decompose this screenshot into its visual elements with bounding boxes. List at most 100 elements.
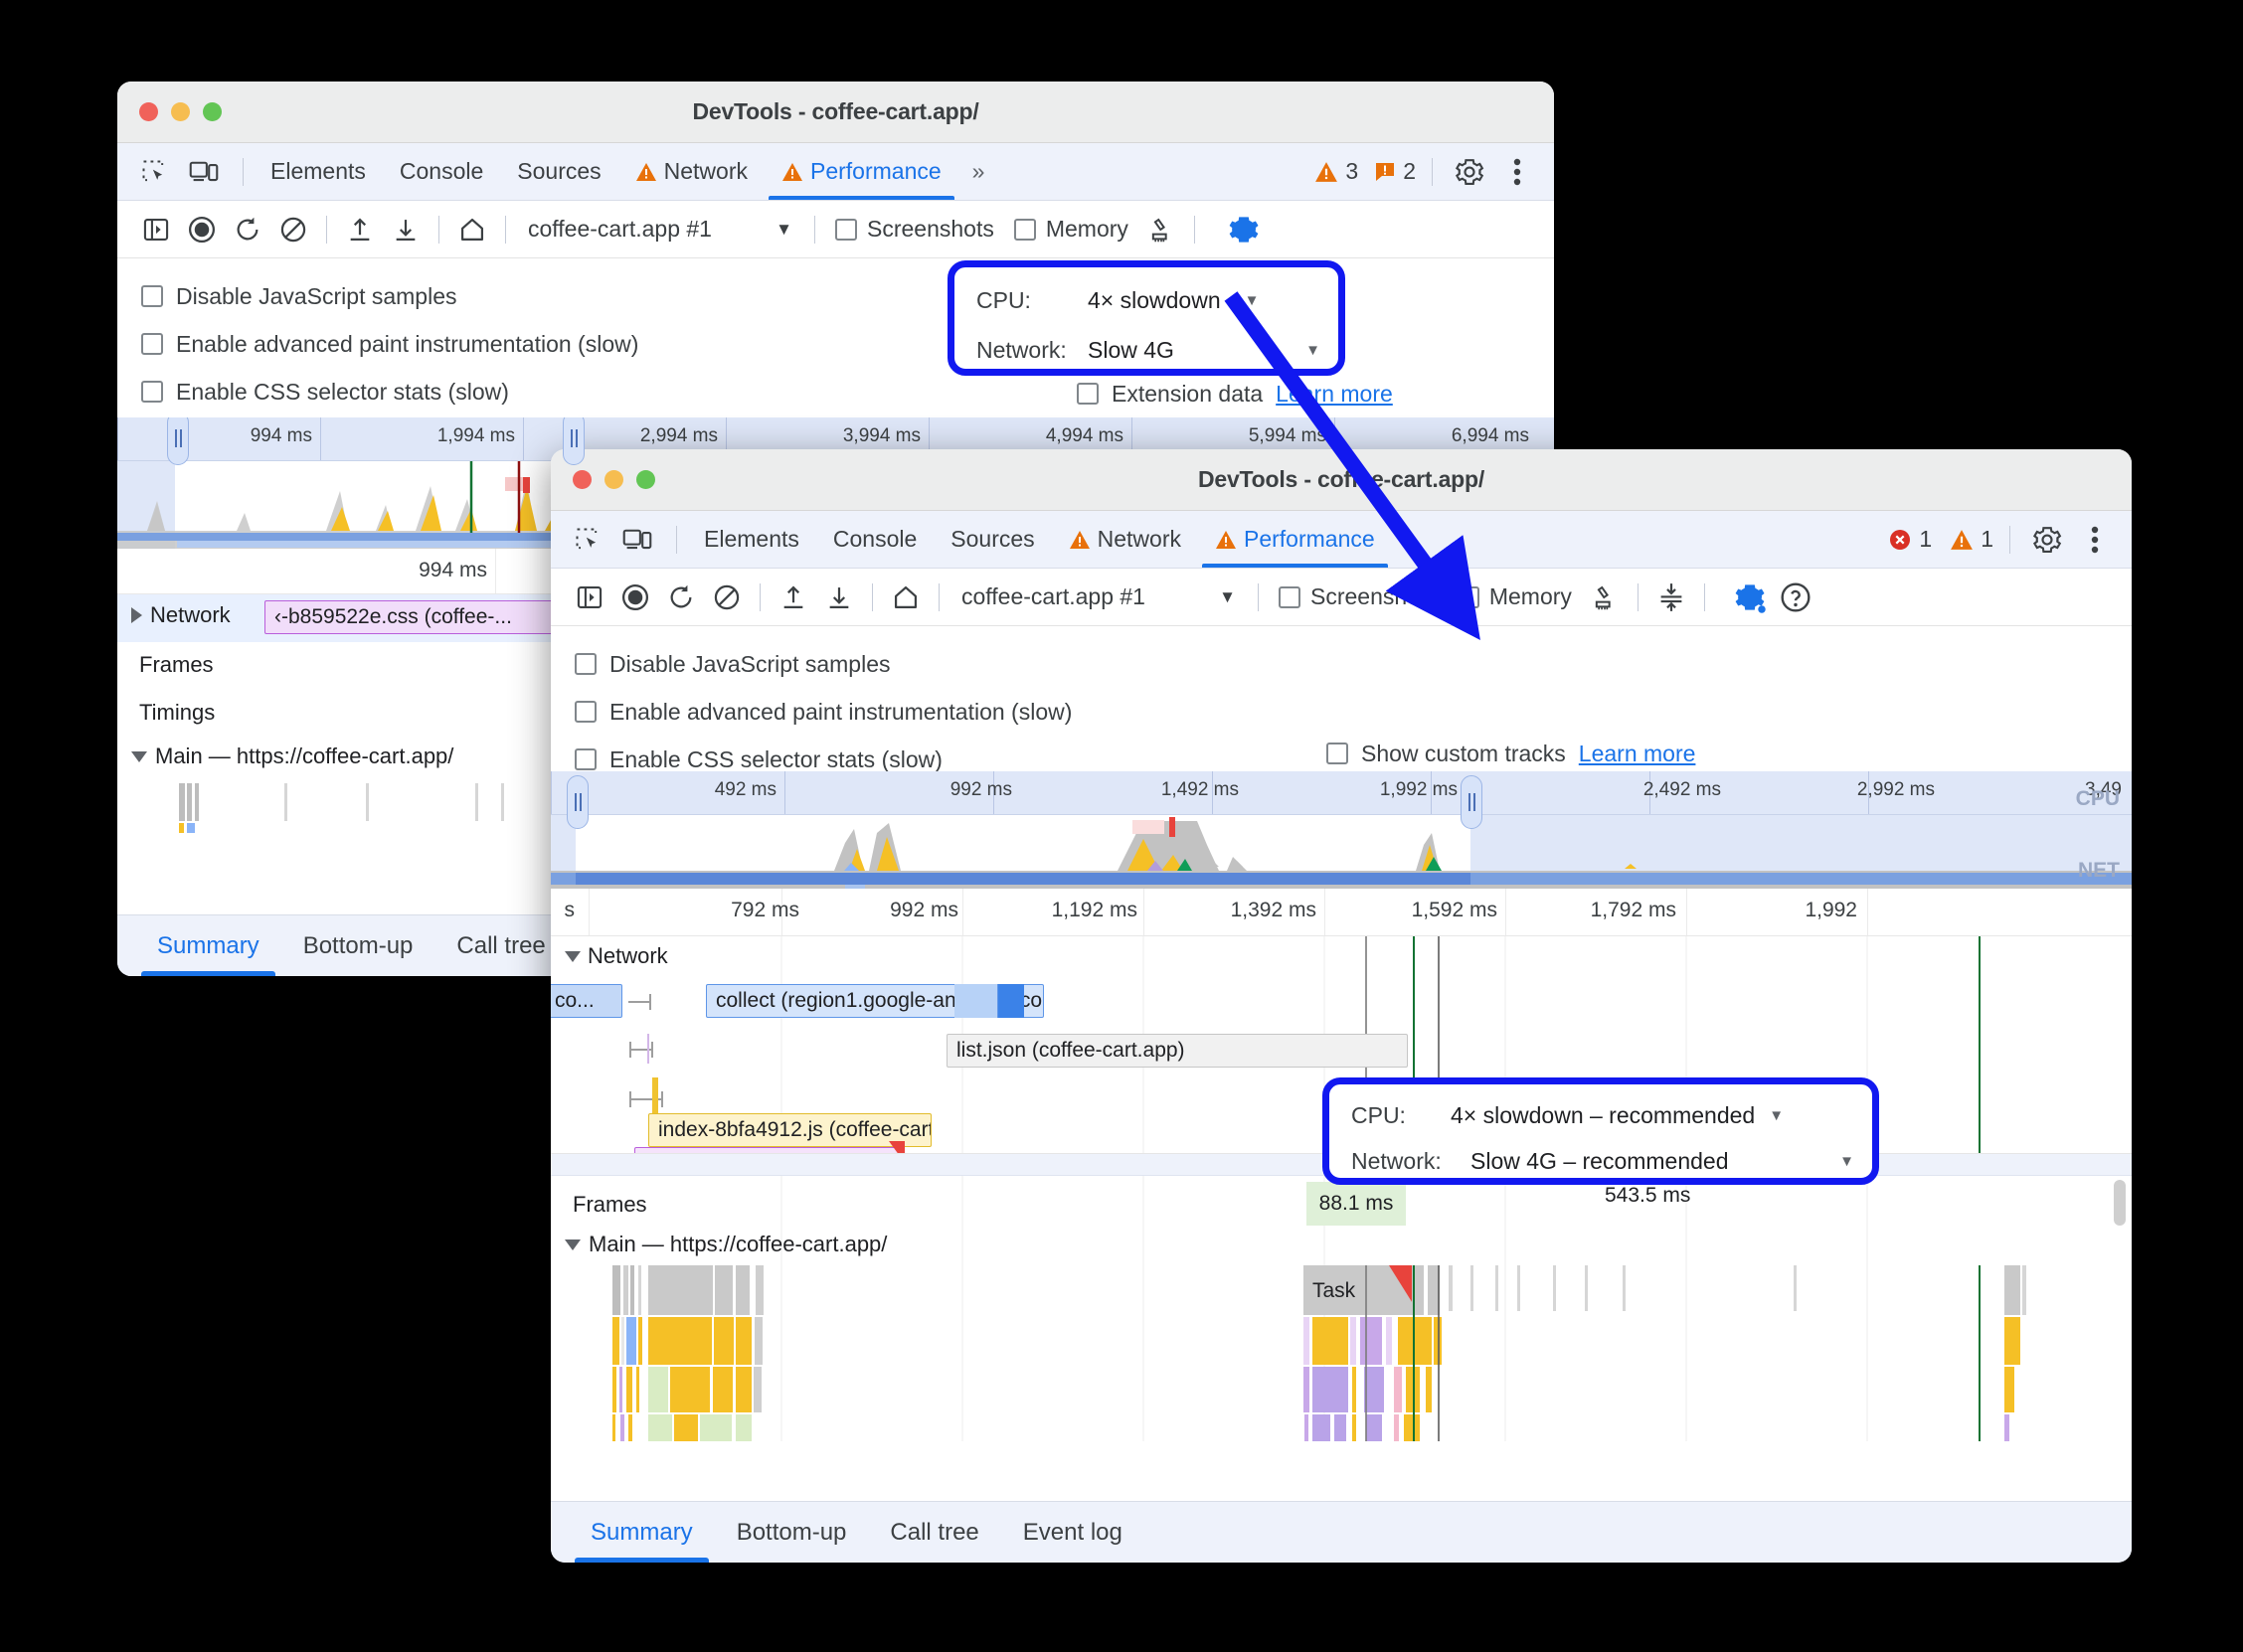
tab-console[interactable]: Console: [816, 511, 934, 568]
chevron-down-icon[interactable]: ▼: [1305, 342, 1320, 359]
window1-throttling-callout[interactable]: CPU: 4× slowdown ▼ Network: Slow 4G ▼: [948, 260, 1345, 376]
bottom-tab-event-log[interactable]: Event log: [1005, 1502, 1140, 1563]
bottom-tab-summary[interactable]: Summary: [139, 915, 277, 976]
collect-garbage-icon[interactable]: [1582, 575, 1628, 620]
record-button[interactable]: [612, 575, 658, 620]
window2-tabbar-right[interactable]: 1 1: [1888, 519, 2132, 561]
memory-checkbox[interactable]: Memory: [1004, 216, 1138, 243]
devtools-window-2[interactable]: DevTools - coffee-cart.app/ Elements Con…: [551, 449, 2132, 1563]
window-left-handle[interactable]: [567, 775, 589, 829]
main-group-header[interactable]: Main — https://coffee-cart.app/: [131, 743, 453, 769]
window2-tabbar[interactable]: Elements Console Sources Network Perform…: [551, 511, 2132, 569]
tab-sources[interactable]: Sources: [500, 143, 617, 200]
frame-duration-chip[interactable]: 88.1 ms: [1306, 1182, 1406, 1226]
window1-titlebar[interactable]: DevTools - coffee-cart.app/: [117, 82, 1554, 143]
home-icon[interactable]: [883, 575, 929, 620]
window1-tabbar-right[interactable]: 3 2: [1314, 151, 1554, 193]
more-tabs-icon[interactable]: »: [1392, 526, 1431, 553]
vertical-scrollbar-thumb[interactable]: [2114, 1180, 2126, 1226]
bottom-tab-bottom-up[interactable]: Bottom-up: [719, 1502, 865, 1563]
bottom-tab-call-tree[interactable]: Call tree: [438, 915, 563, 976]
cpu-throttling-row[interactable]: CPU: 4× slowdown ▼: [976, 275, 1320, 325]
window-right-handle[interactable]: [563, 417, 585, 465]
capture-settings-gear-icon[interactable]: [1221, 207, 1267, 252]
bottom-tab-bottom-up[interactable]: Bottom-up: [285, 915, 431, 976]
load-profile-icon[interactable]: [771, 575, 816, 620]
record-button[interactable]: [179, 207, 225, 252]
network-throttling-row[interactable]: Network: Slow 4G – recommended ▼: [1351, 1138, 1854, 1184]
timings-track-label[interactable]: Timings: [117, 690, 215, 736]
show-custom-tracks-checkbox[interactable]: Show custom tracks Learn more: [1326, 730, 1695, 777]
network-request-bar[interactable]: co...: [551, 984, 622, 1018]
window2-throttling-callout[interactable]: CPU: 4× slowdown – recommended ▼ Network…: [1322, 1077, 1879, 1185]
window2-control-toolbar[interactable]: coffee-cart.app #1 ▼ Screenshots Memory: [551, 569, 2132, 626]
memory-checkbox[interactable]: Memory: [1448, 583, 1582, 610]
help-icon[interactable]: [1773, 575, 1818, 620]
capture-settings-gear-icon[interactable]: [1727, 575, 1773, 620]
device-toolbar-icon[interactable]: [616, 519, 658, 561]
window1-traffic-lights[interactable]: [117, 102, 222, 121]
gear-icon[interactable]: [2026, 519, 2068, 561]
warning-count-badge[interactable]: 1: [1950, 526, 1993, 553]
bottom-tab-summary[interactable]: Summary: [573, 1502, 711, 1563]
close-window-button[interactable]: [573, 470, 592, 489]
minimize-window-button[interactable]: [171, 102, 190, 121]
chevron-down-icon[interactable]: ▼: [1245, 292, 1260, 309]
learn-more-link[interactable]: Learn more: [1579, 741, 1696, 767]
gear-icon[interactable]: [1449, 151, 1490, 193]
frames-track-label[interactable]: Frames: [117, 642, 214, 688]
tab-sources[interactable]: Sources: [934, 511, 1051, 568]
more-tabs-icon[interactable]: »: [958, 158, 997, 185]
network-request-bar[interactable]: list.json (coffee-cart.app): [947, 1034, 1408, 1068]
window-left-handle[interactable]: [167, 417, 189, 465]
toggle-sidebar-icon[interactable]: [567, 575, 612, 620]
window-right-handle[interactable]: [1461, 775, 1482, 829]
network-throttling-row[interactable]: Network: Slow 4G ▼: [976, 325, 1320, 375]
profile-selector[interactable]: coffee-cart.app #1 ▼: [949, 583, 1248, 610]
window2-flamechart[interactable]: Task DCL FCP LCP: [551, 1265, 2132, 1441]
window1-inspect-tools[interactable]: [117, 151, 254, 193]
tab-network[interactable]: Network: [618, 143, 765, 200]
maximize-window-button[interactable]: [636, 470, 655, 489]
tab-elements[interactable]: Elements: [254, 143, 383, 200]
load-profile-icon[interactable]: [337, 207, 383, 252]
clear-recording-icon[interactable]: [704, 575, 750, 620]
profile-selector[interactable]: coffee-cart.app #1 ▼: [516, 216, 804, 243]
tab-performance[interactable]: Performance: [1198, 511, 1392, 568]
collect-garbage-icon[interactable]: [1138, 207, 1184, 252]
main-group-header[interactable]: Main — https://coffee-cart.app/: [565, 1232, 887, 1257]
save-profile-icon[interactable]: [816, 575, 862, 620]
window2-traffic-lights[interactable]: [551, 470, 655, 489]
tab-elements[interactable]: Elements: [687, 511, 816, 568]
window1-control-toolbar[interactable]: coffee-cart.app #1 ▼ Screenshots Memory: [117, 201, 1554, 258]
bottom-tab-call-tree[interactable]: Call tree: [872, 1502, 996, 1563]
toggle-sidebar-icon[interactable]: [133, 207, 179, 252]
window2-overview-ruler[interactable]: 492 ms 992 ms 1,492 ms 1,992 ms 2,492 ms…: [551, 771, 2132, 815]
inspect-element-icon[interactable]: [567, 519, 608, 561]
window2-inspect-tools[interactable]: [551, 519, 687, 561]
minimize-window-button[interactable]: [604, 470, 623, 489]
cpu-throttling-row[interactable]: CPU: 4× slowdown – recommended ▼: [1351, 1092, 1854, 1138]
warning-count-badge[interactable]: 3: [1314, 158, 1358, 185]
disable-js-samples-checkbox[interactable]: Disable JavaScript samples: [575, 640, 2132, 688]
window1-tabs[interactable]: Elements Console Sources Network Perform…: [254, 143, 996, 200]
screenshots-checkbox[interactable]: Screenshots: [825, 216, 1004, 243]
more-options-icon[interactable]: [2074, 519, 2116, 561]
window2-overview[interactable]: 492 ms 992 ms 1,492 ms 1,992 ms 2,492 ms…: [551, 771, 2132, 889]
learn-more-link[interactable]: Learn more: [1276, 381, 1393, 408]
advanced-paint-checkbox[interactable]: Enable advanced paint instrumentation (s…: [575, 688, 2132, 736]
reload-and-record-icon[interactable]: [225, 207, 270, 252]
tab-performance[interactable]: Performance: [765, 143, 958, 200]
window2-tabs[interactable]: Elements Console Sources Network Perform…: [687, 511, 1430, 568]
error-count-badge[interactable]: 1: [1888, 526, 1932, 553]
tab-network[interactable]: Network: [1052, 511, 1198, 568]
issue-count-badge[interactable]: 2: [1374, 158, 1416, 185]
window1-tabbar[interactable]: Elements Console Sources Network Perform…: [117, 143, 1554, 201]
window2-titlebar[interactable]: DevTools - coffee-cart.app/: [551, 449, 2132, 511]
window2-capture-settings[interactable]: Disable JavaScript samples Enable advanc…: [551, 626, 2132, 772]
frames-track-label[interactable]: Frames: [573, 1192, 647, 1218]
clear-recording-icon[interactable]: [270, 207, 316, 252]
collapse-tracks-icon[interactable]: [1648, 575, 1694, 620]
tab-console[interactable]: Console: [383, 143, 500, 200]
more-options-icon[interactable]: [1496, 151, 1538, 193]
